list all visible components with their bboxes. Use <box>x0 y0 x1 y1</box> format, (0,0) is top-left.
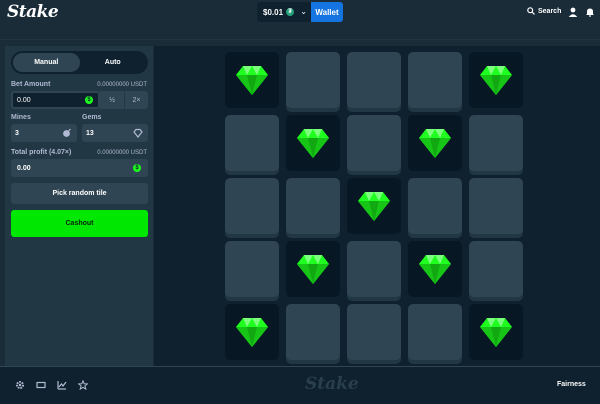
tile-hidden[interactable] <box>286 52 340 108</box>
stats-icon[interactable] <box>57 380 67 390</box>
gems-value: 13 <box>86 129 94 137</box>
bell-icon[interactable] <box>585 7 595 17</box>
user-icon[interactable] <box>568 7 578 17</box>
usdt-coin-icon: $ <box>85 96 93 104</box>
gem-icon <box>480 318 512 347</box>
tile-gem <box>225 52 279 108</box>
tile-gem <box>286 115 340 171</box>
game-footer: Stake Fairness <box>0 366 600 404</box>
gem-icon <box>133 128 143 138</box>
fairness-button[interactable]: Fairness <box>557 381 586 388</box>
gems-label: Gems <box>82 114 102 121</box>
tether-coin-icon: ₮ <box>286 8 295 16</box>
chevron-down-icon: ⌄ <box>300 7 307 16</box>
tile-hidden[interactable] <box>225 241 279 297</box>
tile-hidden[interactable] <box>469 178 523 234</box>
pick-random-tile-button[interactable]: Pick random tile <box>11 183 148 204</box>
gem-icon <box>297 255 329 284</box>
tile-hidden[interactable] <box>286 178 340 234</box>
tile-hidden[interactable] <box>225 115 279 171</box>
wallet-button[interactable]: Wallet <box>311 2 343 22</box>
gem-icon <box>236 66 268 95</box>
mines-value: 3 <box>15 129 19 137</box>
top-bar: Stake $0.01 ₮ ⌄ Wallet Search <box>0 0 600 26</box>
star-icon[interactable] <box>78 380 88 390</box>
search-icon <box>527 7 535 15</box>
balance-amount: $0.01 <box>263 7 284 17</box>
search-label: Search <box>538 7 562 15</box>
tile-gem <box>408 241 462 297</box>
tile-gem <box>225 304 279 360</box>
tile-hidden[interactable] <box>347 241 401 297</box>
tile-gem <box>286 241 340 297</box>
tab-manual[interactable]: Manual <box>13 53 80 72</box>
stake-logo[interactable]: Stake <box>7 2 59 22</box>
tile-gem <box>469 52 523 108</box>
balance-selector[interactable]: $0.01 ₮ ⌄ <box>257 2 311 22</box>
tile-hidden[interactable] <box>225 178 279 234</box>
double-bet-button[interactable]: 2× <box>125 91 148 109</box>
tab-auto[interactable]: Auto <box>80 53 147 72</box>
search-button[interactable]: Search <box>527 7 561 15</box>
half-bet-button[interactable]: ½ <box>100 91 124 109</box>
total-profit-value: 0.00 <box>17 164 31 172</box>
tile-hidden[interactable] <box>286 304 340 360</box>
tile-hidden[interactable] <box>347 115 401 171</box>
tile-hidden[interactable] <box>347 52 401 108</box>
tile-gem <box>347 178 401 234</box>
tile-hidden[interactable] <box>347 304 401 360</box>
total-profit-label: Total profit (4.07×) <box>11 149 72 156</box>
gem-icon <box>297 129 329 158</box>
mines-select[interactable]: 3 <box>11 124 77 142</box>
mode-tabs: Manual Auto <box>11 51 148 74</box>
sub-header <box>0 26 600 40</box>
gem-icon <box>236 318 268 347</box>
tile-hidden[interactable] <box>408 178 462 234</box>
gems-select: 13 <box>82 124 148 142</box>
tile-hidden[interactable] <box>469 241 523 297</box>
bet-amount-input[interactable] <box>17 96 77 104</box>
tile-gem <box>469 304 523 360</box>
mines-label: Mines <box>11 114 31 121</box>
bet-control-panel: Manual Auto Bet Amount 0.00000000 USDT $… <box>5 46 153 366</box>
gear-icon[interactable] <box>15 380 25 390</box>
bet-amount-label: Bet Amount <box>11 81 51 88</box>
total-profit-field: 0.00 <box>11 159 148 177</box>
gem-icon <box>358 192 390 221</box>
tile-hidden[interactable] <box>408 52 462 108</box>
mines-board <box>154 46 600 366</box>
bet-amount-usdt: 0.00000000 USDT <box>97 82 147 88</box>
gem-icon <box>480 66 512 95</box>
footer-stake-logo: Stake <box>305 374 359 394</box>
tile-hidden[interactable] <box>408 304 462 360</box>
tile-gem <box>408 115 462 171</box>
bomb-icon <box>63 128 71 137</box>
profit-coin-icon: $ <box>133 164 141 172</box>
profit-usdt: 0.00000000 USDT <box>97 150 147 156</box>
cashout-button[interactable]: Cashout <box>11 210 148 237</box>
gem-icon <box>419 255 451 284</box>
tile-hidden[interactable] <box>469 115 523 171</box>
theatre-mode-icon[interactable] <box>36 380 46 390</box>
gem-icon <box>419 129 451 158</box>
